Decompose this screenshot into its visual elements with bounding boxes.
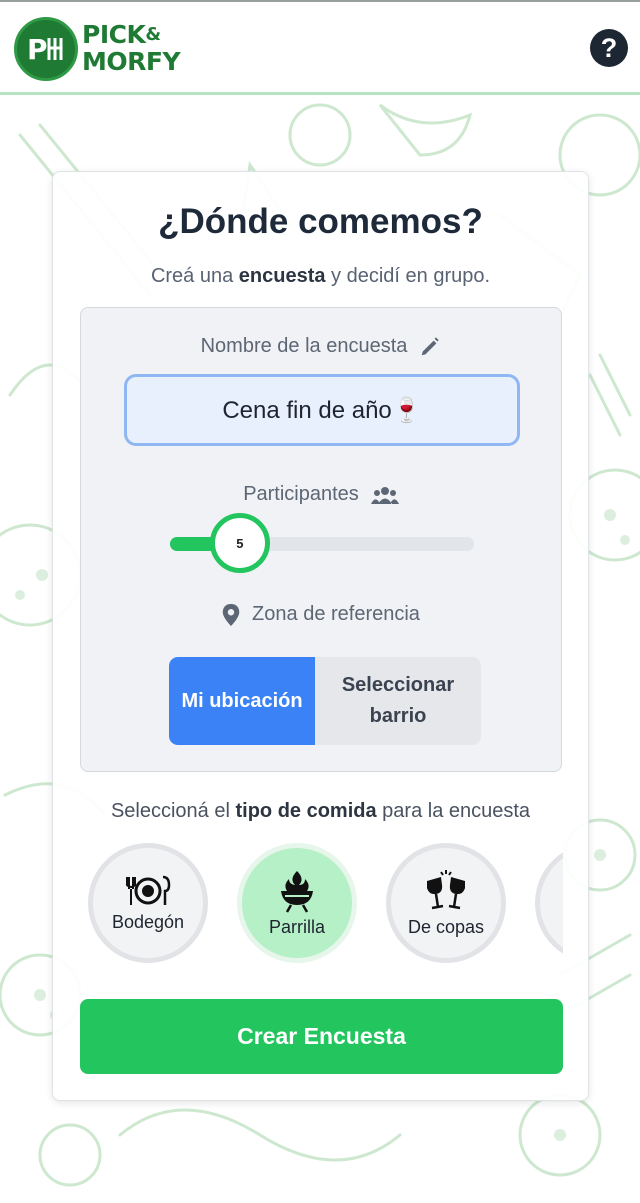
help-icon[interactable]: ? [590, 29, 628, 67]
select-neighborhood-button[interactable]: Seleccionar barrio [315, 657, 481, 745]
food-option-de-copas[interactable]: De copas [386, 843, 506, 963]
food-option-bodegon[interactable]: Bodegón [88, 843, 208, 963]
food-option-label: Parrilla [268, 916, 325, 937]
users-icon [370, 486, 399, 504]
food-option-label: De copas [407, 916, 485, 937]
food-option-parrilla[interactable]: Parrilla [237, 843, 357, 963]
participants-label: Participantes [81, 483, 561, 506]
wine-glasses-icon [427, 869, 465, 909]
my-location-button[interactable]: Mi ubicación [169, 657, 315, 745]
zone-label: Zona de referencia [81, 603, 561, 626]
food-type-carousel[interactable]: Bodegón Parrilla De copas [83, 840, 563, 966]
plate-cutlery-icon [126, 875, 171, 905]
poll-name-input[interactable] [124, 374, 520, 446]
pencil-icon [422, 336, 440, 355]
create-poll-card: ¿Dónde comemos? Creá una encuesta y deci… [52, 171, 589, 1101]
page-title: ¿Dónde comemos? [158, 202, 483, 241]
food-option-label: Bodegón [111, 911, 185, 932]
poll-name-label: Nombre de la encuesta [81, 335, 561, 358]
svg-text:P: P [27, 33, 48, 66]
grill-icon [281, 870, 313, 913]
logo-icon: P [14, 17, 78, 81]
brand-name: PICK& MORFY [82, 20, 181, 76]
poll-settings-panel: Nombre de la encuesta Participantes 5 Zo… [80, 307, 562, 772]
participants-slider-thumb[interactable]: 5 [209, 513, 270, 573]
create-poll-button[interactable]: Crear Encuesta [80, 999, 563, 1074]
zone-toggle: Mi ubicación Seleccionar barrio [169, 657, 481, 745]
map-pin-icon [222, 603, 240, 626]
page-subtitle: Creá una encuesta y decidí en grupo. [150, 265, 491, 287]
food-type-label: Seleccioná el tipo de comida para la enc… [110, 800, 531, 822]
app-header: P PICK& MORFY ? [0, 0, 640, 95]
food-option-partial[interactable] [535, 843, 563, 963]
